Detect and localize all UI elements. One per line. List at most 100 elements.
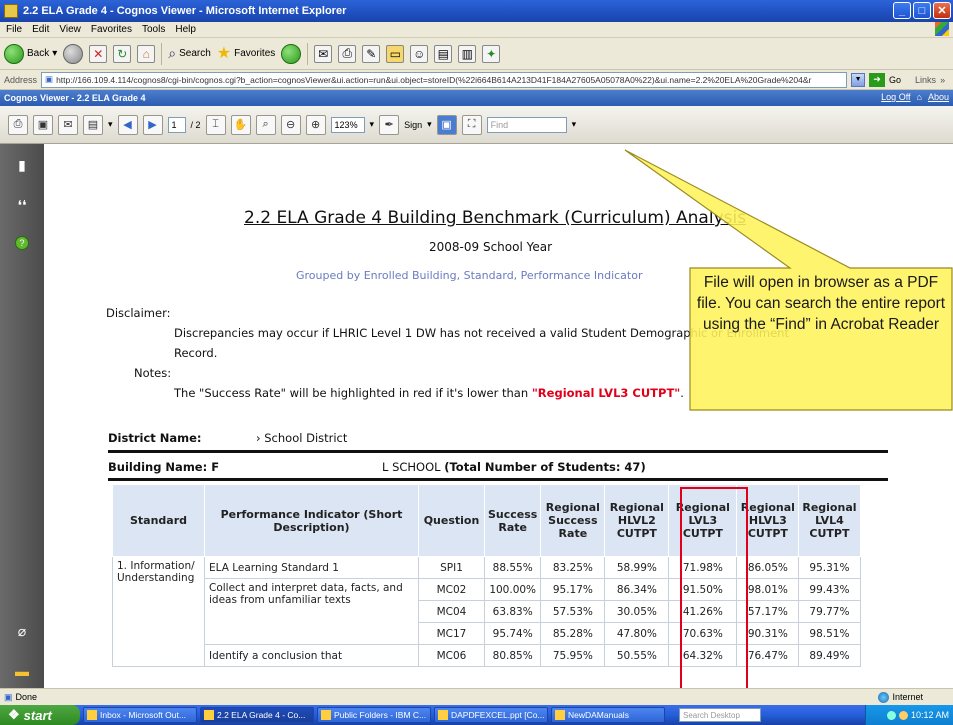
zoom-out-icon[interactable]: ⊖ bbox=[280, 114, 301, 135]
messenger-icon[interactable]: ☺ bbox=[410, 44, 429, 63]
back-label: Back bbox=[27, 48, 50, 59]
stop-icon[interactable]: ✕ bbox=[89, 44, 108, 63]
col-header-indicator[interactable]: Performance Indicator (Short Description… bbox=[204, 484, 419, 557]
attachment-icon[interactable]: ⌀ bbox=[14, 622, 30, 640]
hlvl2-cell: 30.05% bbox=[604, 600, 670, 623]
windows-flag-icon bbox=[935, 22, 949, 36]
standard-cell: 1. Information/ Understanding bbox=[112, 556, 205, 667]
menu-help[interactable]: Help bbox=[175, 24, 196, 35]
col-header-success-rate[interactable]: Success Rate bbox=[483, 484, 542, 557]
menu-file[interactable]: File bbox=[6, 24, 22, 35]
taskbar-item-cognos[interactable]: 2.2 ELA Grade 4 - Co... bbox=[200, 707, 314, 723]
col-header-standard[interactable]: Standard bbox=[112, 484, 205, 557]
col-header-hlvl2[interactable]: Regional HLVL2 CUTPT bbox=[604, 484, 670, 557]
pages-panel-icon[interactable]: ▮ bbox=[14, 156, 30, 174]
print-icon[interactable]: ⎙ bbox=[8, 114, 28, 135]
col-header-regional-success[interactable]: Regional Success Rate bbox=[540, 484, 606, 557]
find-input[interactable]: Find bbox=[486, 116, 567, 133]
links-button[interactable]: Links bbox=[915, 75, 936, 85]
cognos-viewer-title: Cognos Viewer - 2.2 ELA Grade 4 bbox=[4, 93, 146, 103]
lvl4-cell: 89.49% bbox=[798, 644, 861, 667]
chevron-down-icon[interactable]: ▼ bbox=[851, 72, 866, 87]
search-button[interactable]: ⌕ Search bbox=[168, 45, 211, 62]
find-dropdown-icon[interactable]: ▾ bbox=[572, 119, 577, 130]
favorites-button[interactable]: ★ Favorites bbox=[217, 45, 275, 62]
pages-icon[interactable]: ▤ bbox=[83, 114, 103, 135]
menu-favorites[interactable]: Favorites bbox=[91, 24, 132, 35]
forward-button[interactable] bbox=[63, 43, 84, 64]
success-rate-cell: 80.85% bbox=[483, 644, 542, 667]
clock: 10:12 AM bbox=[910, 710, 949, 720]
pdf-document-view: 2.2 ELA Grade 4 Building Benchmark (Curr… bbox=[44, 144, 953, 688]
maximize-button[interactable]: □ bbox=[913, 2, 931, 19]
tray-icon[interactable] bbox=[886, 710, 896, 720]
address-input[interactable]: ▣ http://166.109.4.114/cognos8/cgi-bin/c… bbox=[41, 71, 848, 88]
hand-tool-icon[interactable]: ✋ bbox=[230, 114, 251, 135]
people-icon[interactable]: ✦ bbox=[482, 44, 501, 63]
system-tray: 10:12 AM bbox=[865, 705, 953, 725]
building-name-value: L SCHOOL (Total Number of Students: 47) bbox=[382, 460, 646, 474]
sign-menu[interactable]: Sign bbox=[404, 120, 422, 130]
menu-tools[interactable]: Tools bbox=[142, 24, 165, 35]
edit-icon[interactable]: ✎ bbox=[362, 44, 381, 63]
about-link[interactable]: Abou bbox=[928, 92, 949, 102]
home-icon[interactable]: ⌂ bbox=[137, 44, 156, 63]
page-done-icon: ▣ bbox=[4, 691, 13, 702]
logoff-link[interactable]: Log Off bbox=[881, 92, 910, 102]
col-header-question[interactable]: Question bbox=[418, 484, 485, 557]
select-tool-icon[interactable]: ⌶ bbox=[205, 114, 226, 135]
notes-body: The "Success Rate" will be highlighted i… bbox=[174, 386, 532, 400]
go-arrow-icon[interactable]: ➜ bbox=[869, 72, 886, 87]
save-icon[interactable]: ▣ bbox=[33, 114, 53, 135]
col-header-lvl3[interactable]: Regional LVL3 CUTPT bbox=[668, 484, 738, 557]
zoom-tool-icon[interactable]: ⌕ bbox=[255, 114, 276, 135]
print-icon[interactable]: ⎙ bbox=[338, 44, 357, 63]
taskbar-item-powerpoint[interactable]: DAPDFEXCEL.ppt [Co... bbox=[434, 707, 548, 723]
back-button[interactable]: Back ▾ bbox=[4, 43, 57, 64]
taskbar-item-public-folders[interactable]: Public Folders - IBM C... bbox=[317, 707, 431, 723]
email-icon[interactable]: ✉ bbox=[58, 114, 78, 135]
close-button[interactable]: ✕ bbox=[933, 2, 951, 19]
home-icon[interactable]: ⌂ bbox=[917, 92, 922, 102]
toolbar-separator bbox=[161, 42, 163, 65]
zoom-in-icon[interactable]: ⊕ bbox=[305, 114, 326, 135]
refresh-icon[interactable]: ↻ bbox=[113, 44, 132, 63]
fit-page-icon[interactable]: ▣ bbox=[436, 114, 457, 135]
table-row: Identify a conclusion that MC06 80.85% 7… bbox=[113, 644, 861, 667]
prev-page-icon[interactable]: ◀ bbox=[117, 114, 138, 135]
help-icon[interactable]: ? bbox=[15, 236, 29, 250]
minimize-button[interactable]: _ bbox=[893, 2, 911, 19]
research-icon[interactable]: ▤ bbox=[434, 44, 453, 63]
hlvl2-cell: 47.80% bbox=[604, 622, 670, 645]
taskbar-item-newdamanuals[interactable]: NewDAManuals bbox=[551, 707, 665, 723]
acrobat-navigation-pane: ▮ ❛❛ ? ⌀ ▬ bbox=[0, 144, 44, 688]
bookmarks-panel-icon[interactable]: ❛❛ bbox=[14, 196, 30, 214]
lvl4-cell: 98.51% bbox=[798, 622, 861, 645]
mail-icon[interactable]: ✉ bbox=[314, 44, 333, 63]
lvl3-cell: 71.98% bbox=[668, 556, 738, 579]
comments-icon[interactable]: ▬ bbox=[14, 662, 30, 680]
section-divider bbox=[108, 478, 888, 481]
tray-icon[interactable] bbox=[898, 710, 908, 720]
hlvl2-cell: 50.55% bbox=[604, 644, 670, 667]
taskbar-item-outlook[interactable]: Inbox - Microsoft Out... bbox=[83, 707, 197, 723]
bookmark-icon[interactable]: ▥ bbox=[458, 44, 477, 63]
sign-pen-icon[interactable]: ✒ bbox=[379, 114, 400, 135]
col-header-lvl4[interactable]: Regional LVL4 CUTPT bbox=[798, 484, 861, 557]
notes-text: The "Success Rate" will be highlighted i… bbox=[174, 386, 684, 400]
col-header-hlvl3[interactable]: Regional HLVL3 CUTPT bbox=[736, 484, 800, 557]
question-cell: MC17 bbox=[418, 622, 485, 645]
search-desktop-input[interactable]: Search Desktop bbox=[679, 708, 761, 722]
go-button[interactable]: Go bbox=[889, 75, 901, 85]
district-name-value: › School District bbox=[256, 431, 348, 445]
page-number-input[interactable]: 1 bbox=[167, 116, 186, 133]
fit-width-icon[interactable]: ⛶ bbox=[461, 114, 482, 135]
menu-edit[interactable]: Edit bbox=[32, 24, 49, 35]
history-icon[interactable] bbox=[281, 43, 302, 64]
menu-view[interactable]: View bbox=[59, 24, 81, 35]
next-page-icon[interactable]: ▶ bbox=[142, 114, 163, 135]
start-button[interactable]: ❖ start bbox=[0, 705, 80, 725]
lvl3-cell: 70.63% bbox=[668, 622, 738, 645]
zoom-level-select[interactable]: 123% bbox=[330, 116, 365, 133]
folder-icon[interactable]: ▭ bbox=[386, 44, 405, 63]
